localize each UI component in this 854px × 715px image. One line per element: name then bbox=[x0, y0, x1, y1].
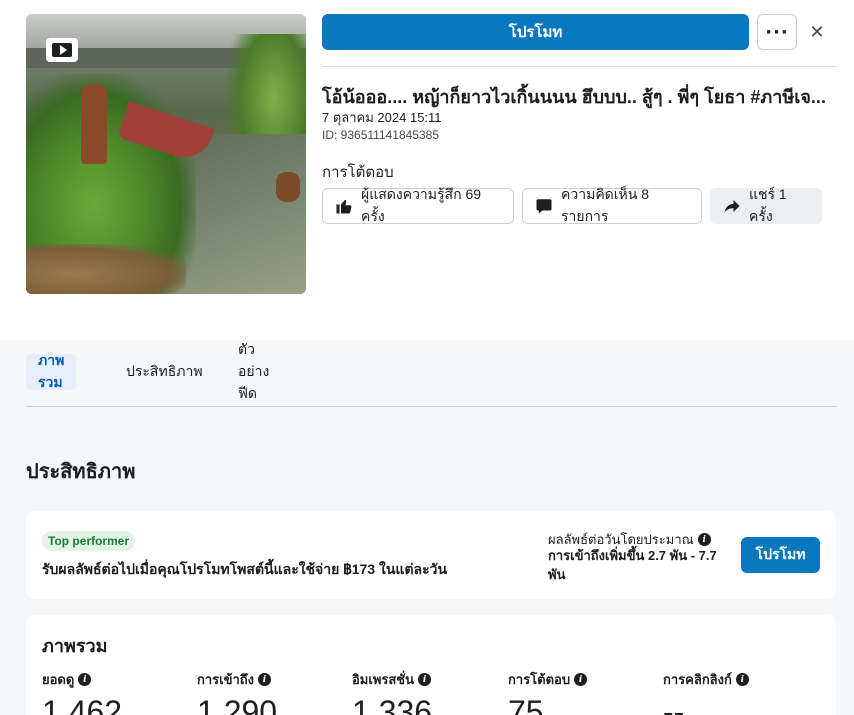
metric-label: อิมเพรสชั่น bbox=[352, 672, 415, 687]
metric-label: ยอดดู bbox=[42, 672, 75, 687]
interactions-label: การโต้ตอบ bbox=[322, 164, 394, 181]
metric-label: การคลิกลิงก์ bbox=[663, 672, 732, 687]
tab-divider bbox=[26, 406, 837, 407]
metric-value: -- bbox=[663, 694, 685, 715]
reactions-button[interactable]: ผู้แสดงความรู้สึก 69 ครั้ง bbox=[322, 186, 514, 224]
metric-label: การโต้ตอบ bbox=[508, 672, 571, 687]
reactions-count-label: ผู้แสดงความรู้สึก 69 ครั้ง bbox=[361, 186, 482, 224]
close-icon[interactable]: ✕ bbox=[805, 18, 829, 46]
divider bbox=[322, 66, 837, 67]
tab-performance[interactable]: ประสิทธิภาพ bbox=[114, 354, 215, 390]
top-performer-card: Top performer รับผลลัพธ์ต่อไปเมื่อคุณโปร… bbox=[26, 511, 836, 599]
info-icon[interactable]: i bbox=[574, 673, 588, 686]
overview-card: ภาพรวม ยอดดู i 1,462 การเข้าถึง i 1,290 อิ… bbox=[26, 615, 836, 715]
post-thumbnail[interactable] bbox=[26, 14, 306, 294]
metric-link-clicks: การคลิกลิงก์ i -- bbox=[663, 669, 813, 715]
metric-impressions: อิมเพรสชั่น i 1,336 bbox=[352, 669, 502, 715]
video-play-icon bbox=[46, 38, 78, 62]
metric-views: ยอดดู i 1,462 bbox=[42, 669, 192, 715]
thumbs-up-icon bbox=[336, 200, 352, 214]
section-title: ประสิทธิภาพ bbox=[26, 461, 136, 483]
top-performer-badge: Top performer bbox=[42, 531, 136, 551]
info-icon[interactable]: i bbox=[78, 673, 92, 686]
metric-reach: การเข้าถึง i 1,290 bbox=[197, 669, 347, 715]
post-header-card: โปรโมท ··· ✕ โอ้น้อออ.... หญ้าก็ยาวไวเกิ… bbox=[0, 0, 854, 340]
tab-feed-preview[interactable]: ตัวอย่างฟีด bbox=[226, 341, 281, 401]
share-icon bbox=[724, 200, 740, 213]
info-icon[interactable]: i bbox=[258, 673, 272, 686]
promote-post-button[interactable]: โปรโมท bbox=[741, 537, 820, 573]
post-insights-panel: โปรโมท ··· ✕ โอ้น้อออ.... หญ้าก็ยาวไวเกิ… bbox=[0, 0, 854, 715]
estimate-value: การเข้าถึงเพิ่มขึ้น 2.7 พัน - 7.7 พัน bbox=[548, 548, 717, 582]
promotion-suggestion-text: รับผลลัพธ์ต่อไปเมื่อคุณโปรโมทโพสต์นี้และ… bbox=[42, 561, 448, 577]
metric-value: 1,462 bbox=[42, 694, 123, 715]
post-date: 7 ตุลาคม 2024 15:11 bbox=[322, 110, 442, 125]
info-icon[interactable]: i bbox=[697, 533, 711, 546]
overview-title: ภาพรวม bbox=[42, 636, 108, 656]
metric-value: 1,290 bbox=[197, 694, 278, 715]
more-options-button[interactable]: ··· bbox=[757, 14, 797, 50]
shares-button[interactable]: แชร์ 1 ครั้ง bbox=[710, 186, 822, 224]
tab-overview[interactable]: ภาพรวม bbox=[26, 352, 77, 390]
info-icon[interactable]: i bbox=[418, 673, 432, 686]
metric-interactions: การโต้ตอบ i 75 bbox=[508, 669, 658, 715]
metric-label: การเข้าถึง bbox=[197, 672, 255, 687]
post-id: ID: 936511141845385 bbox=[322, 128, 439, 142]
shares-count-label: แชร์ 1 ครั้ง bbox=[749, 186, 787, 224]
metric-value: 1,336 bbox=[352, 694, 433, 715]
comment-icon bbox=[536, 199, 552, 214]
metric-value: 75 bbox=[508, 694, 544, 715]
info-icon[interactable]: i bbox=[735, 673, 749, 686]
promote-button[interactable]: โปรโมท bbox=[322, 14, 749, 50]
comments-count-label: ความคิดเห็น 8 รายการ bbox=[561, 186, 650, 224]
comments-button[interactable]: ความคิดเห็น 8 รายการ bbox=[522, 186, 702, 224]
